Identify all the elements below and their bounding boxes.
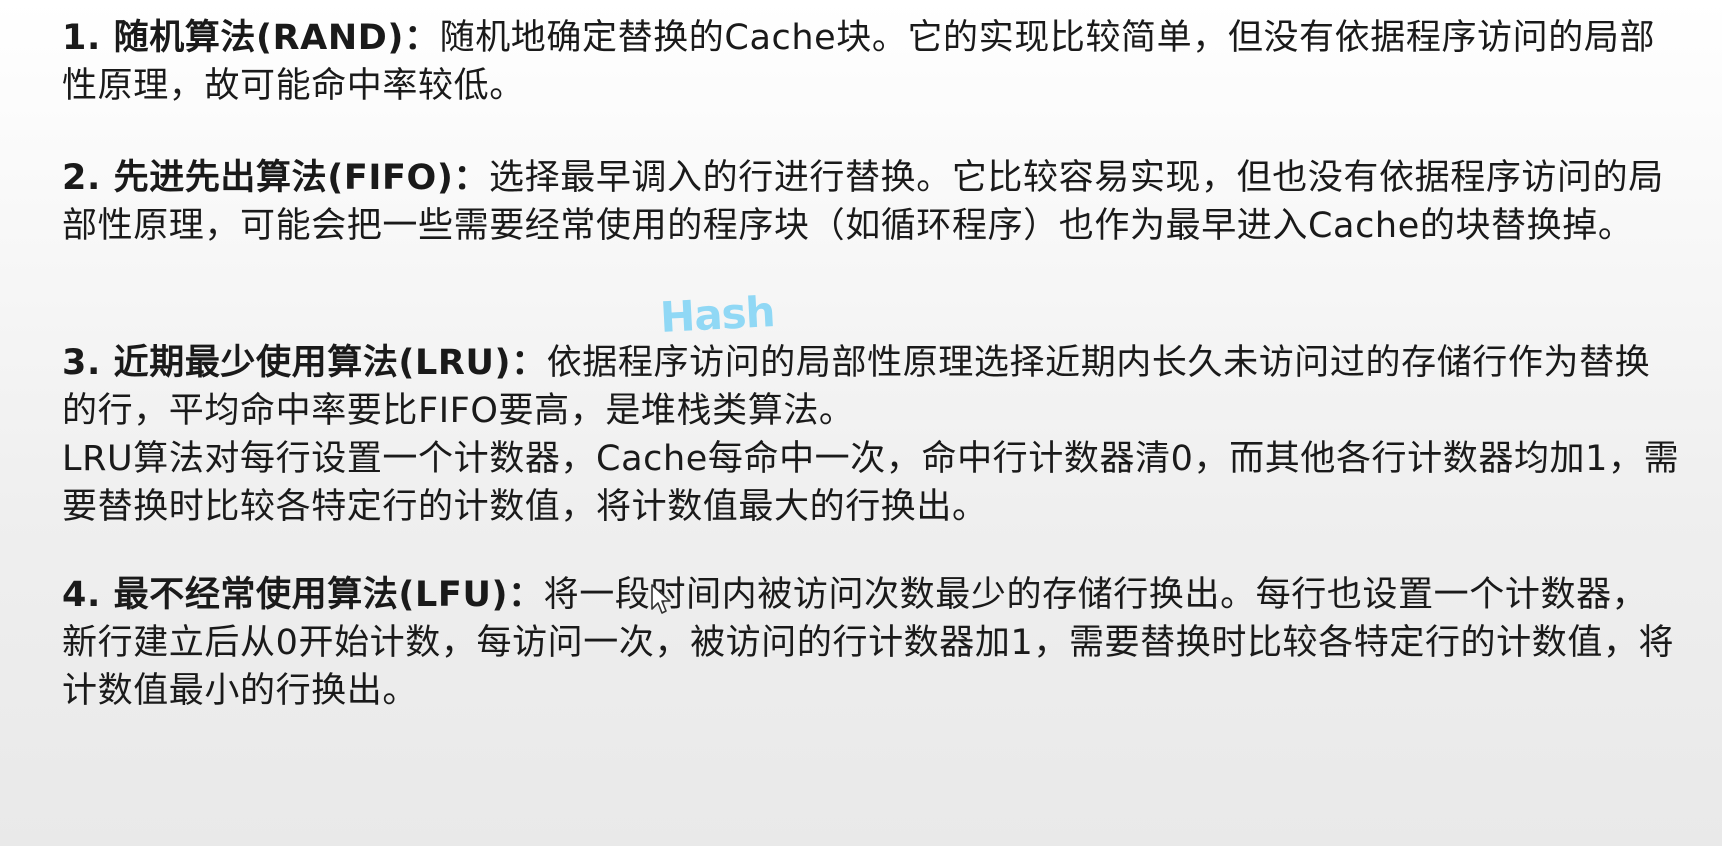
algorithm-fifo: 2. 先进先出算法(FIFO)：选择最早调入的行进行替换。它比较容易实现，但也没… [62,154,1682,250]
algorithm-rand-title: 1. 随机算法(RAND)： [62,18,440,58]
algorithm-lru-title: 3. 近期最少使用算法(LRU)： [62,343,547,383]
hash-watermark: Hash [658,287,776,342]
algorithm-rand: 1. 随机算法(RAND)：随机地确定替换的Cache块。它的实现比较简单，但没… [62,14,1682,110]
algorithm-lru: 3. 近期最少使用算法(LRU)：依据程序访问的局部性原理选择近期内长久未访问过… [62,339,1682,531]
algorithm-lfu: 4. 最不经常使用算法(LFU)：将一段时间内被访问次数最少的存储行换出。每行也… [62,571,1682,715]
algorithm-lru-detail: LRU算法对每行设置一个计数器，Cache每命中一次，命中行计数器清0，而其他各… [62,439,1680,527]
mouse-pointer-icon [650,583,672,619]
algorithm-fifo-title: 2. 先进先出算法(FIFO)： [62,158,490,198]
algorithm-lfu-title: 4. 最不经常使用算法(LFU)： [62,575,544,615]
